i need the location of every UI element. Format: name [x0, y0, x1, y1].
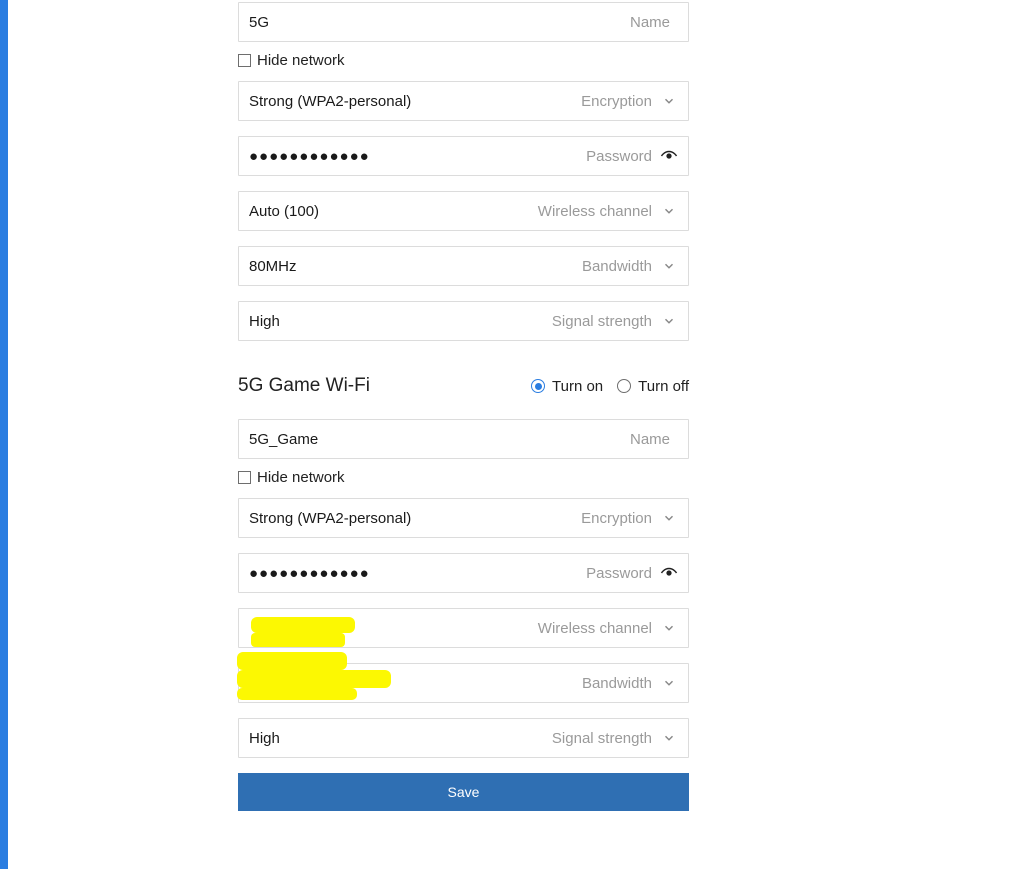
hide-network-row[interactable]: Hide network: [238, 52, 689, 69]
redaction-highlight: [237, 670, 391, 688]
signal-label-2: Signal strength: [552, 730, 652, 747]
wifi-toggle-group: Turn on Turn off: [531, 378, 689, 395]
bandwidth-label-2: Bandwidth: [582, 675, 652, 692]
encryption-label: Encryption: [581, 93, 652, 110]
password-field-2[interactable]: ●●●●●●●●●●●● Password: [238, 553, 689, 593]
password-label-2: Password: [586, 565, 652, 582]
signal-strength-select-2[interactable]: High Signal strength: [238, 718, 689, 758]
chevron-down-icon: [660, 619, 678, 637]
redaction-highlight: [251, 617, 355, 633]
channel-select-2[interactable]: Wireless channel: [238, 608, 689, 648]
bandwidth-select[interactable]: 80MHz Bandwidth: [238, 246, 689, 286]
bandwidth-select-2[interactable]: Bandwidth: [238, 663, 689, 703]
section-5g-game-header: 5G Game Wi-Fi Turn on Turn off: [238, 375, 689, 397]
redaction-highlight: [237, 652, 347, 670]
signal-label: Signal strength: [552, 313, 652, 330]
name-field[interactable]: Name: [238, 2, 689, 42]
hide-network-checkbox-2[interactable]: [238, 471, 251, 484]
radio-turn-off[interactable]: [617, 379, 631, 393]
password-label: Password: [586, 148, 652, 165]
name-label: Name: [630, 14, 670, 31]
chevron-down-icon: [660, 729, 678, 747]
name-input[interactable]: [249, 14, 630, 31]
encryption-select-2[interactable]: Strong (WPA2-personal) Encryption: [238, 498, 689, 538]
hide-network-label-2: Hide network: [257, 469, 345, 486]
bandwidth-label: Bandwidth: [582, 258, 652, 275]
channel-select[interactable]: Auto (100) Wireless channel: [238, 191, 689, 231]
hide-network-row-2[interactable]: Hide network: [238, 469, 689, 486]
eye-icon[interactable]: [660, 564, 678, 582]
password-field[interactable]: ●●●●●●●●●●●● Password: [238, 136, 689, 176]
encryption-value: Strong (WPA2-personal): [249, 93, 581, 110]
signal-value: High: [249, 313, 552, 330]
signal-strength-select[interactable]: High Signal strength: [238, 301, 689, 341]
settings-form: Name Hide network Strong (WPA2-personal)…: [238, 0, 689, 831]
channel-label: Wireless channel: [538, 203, 652, 220]
radio-turn-off-label: Turn off: [638, 378, 689, 395]
radio-turn-on-label: Turn on: [552, 378, 603, 395]
name-label-2: Name: [630, 431, 670, 448]
radio-turn-on[interactable]: [531, 379, 545, 393]
chevron-down-icon: [660, 202, 678, 220]
name-field-2[interactable]: Name: [238, 419, 689, 459]
accent-bar: [0, 0, 8, 869]
signal-value-2: High: [249, 730, 552, 747]
password-value-2: ●●●●●●●●●●●●: [249, 565, 586, 582]
password-value: ●●●●●●●●●●●●: [249, 148, 586, 165]
encryption-label-2: Encryption: [581, 510, 652, 527]
section-title: 5G Game Wi-Fi: [238, 375, 370, 397]
redaction-highlight: [251, 633, 345, 647]
hide-network-checkbox[interactable]: [238, 54, 251, 67]
bandwidth-value: 80MHz: [249, 258, 582, 275]
encryption-select[interactable]: Strong (WPA2-personal) Encryption: [238, 81, 689, 121]
redaction-highlight: [237, 688, 357, 700]
channel-label-2: Wireless channel: [538, 620, 652, 637]
chevron-down-icon: [660, 674, 678, 692]
name-input-2[interactable]: [249, 431, 630, 448]
hide-network-label: Hide network: [257, 52, 345, 69]
chevron-down-icon: [660, 257, 678, 275]
chevron-down-icon: [660, 92, 678, 110]
chevron-down-icon: [660, 509, 678, 527]
eye-icon[interactable]: [660, 147, 678, 165]
save-button[interactable]: Save: [238, 773, 689, 811]
encryption-value-2: Strong (WPA2-personal): [249, 510, 581, 527]
channel-value: Auto (100): [249, 203, 538, 220]
chevron-down-icon: [660, 312, 678, 330]
